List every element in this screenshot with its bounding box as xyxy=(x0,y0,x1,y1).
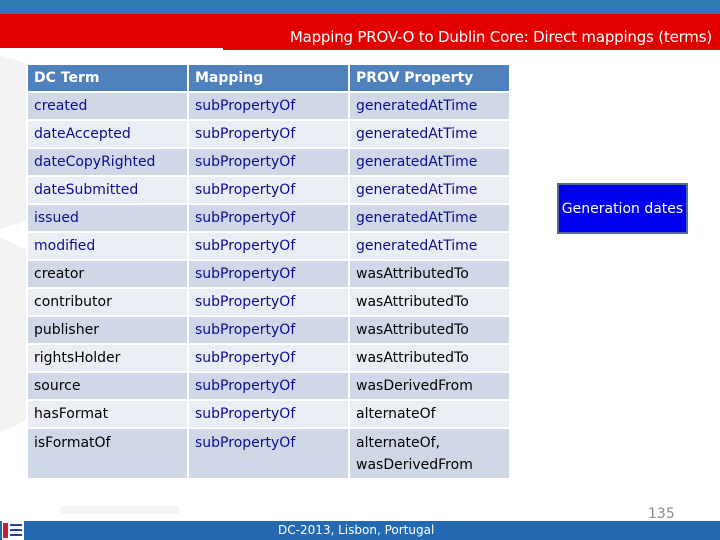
table-row: rightsHolder subPropertyOf wasAttributedTo xyxy=(26,343,511,373)
table-row: hasFormat subPropertyOf alternateOf xyxy=(26,399,511,429)
callout-label: Generation dates xyxy=(561,200,684,217)
table-shadow xyxy=(60,506,180,514)
table-row: created subPropertyOf generatedAtTime xyxy=(26,91,511,121)
table-row: source subPropertyOf wasDerivedFrom xyxy=(26,371,511,401)
cell-prov-property: generatedAtTime xyxy=(348,91,511,121)
organization-logo-icon xyxy=(2,521,24,540)
cell-prov-property: generatedAtTime xyxy=(348,175,511,205)
cell-dc-term: hasFormat xyxy=(26,399,189,429)
top-band xyxy=(0,0,720,14)
cell-prov-property: wasAttributedTo xyxy=(348,315,511,345)
cell-dc-term: dateCopyRighted xyxy=(26,147,189,177)
slide-title: Mapping PROV-O to Dublin Core: Direct ma… xyxy=(289,28,712,46)
cell-mapping: subPropertyOf xyxy=(187,119,350,149)
table-row: dateAccepted subPropertyOf generatedAtTime xyxy=(26,119,511,149)
header-prov-property: PROV Property xyxy=(348,63,511,93)
cell-dc-term: publisher xyxy=(26,315,189,345)
cell-mapping: subPropertyOf xyxy=(187,259,350,289)
header-mapping: Mapping xyxy=(187,63,350,93)
cell-mapping: subPropertyOf xyxy=(187,175,350,205)
generation-dates-callout: Generation dates xyxy=(557,183,688,234)
cell-dc-term: contributor xyxy=(26,287,189,317)
cell-prov-property: wasAttributedTo xyxy=(348,259,511,289)
table-row: dateSubmitted subPropertyOf generatedAtTim… xyxy=(26,175,511,205)
cell-prov-property: wasDerivedFrom xyxy=(348,371,511,401)
table-row: publisher subPropertyOf wasAttributedTo xyxy=(26,315,511,345)
table-row: issued subPropertyOf generatedAtTime xyxy=(26,203,511,233)
cell-prov-property: generatedAtTime xyxy=(348,203,511,233)
cell-mapping: subPropertyOf xyxy=(187,287,350,317)
cell-prov-property: generatedAtTime xyxy=(348,119,511,149)
table-row: creator subPropertyOf wasAttributedTo xyxy=(26,259,511,289)
cell-mapping: subPropertyOf xyxy=(187,343,350,373)
cell-mapping: subPropertyOf xyxy=(187,371,350,401)
cell-mapping: subPropertyOf xyxy=(187,399,350,429)
cell-mapping: subPropertyOf xyxy=(187,427,350,480)
cell-mapping: subPropertyOf xyxy=(187,91,350,121)
cell-prov-property: wasAttributedTo xyxy=(348,287,511,317)
header-dc-term: DC Term xyxy=(26,63,189,93)
cell-mapping: subPropertyOf xyxy=(187,147,350,177)
cell-dc-term: dateAccepted xyxy=(26,119,189,149)
cell-prov-property: alternateOf, wasDerivedFrom xyxy=(348,427,511,480)
footer-text: DC-2013, Lisbon, Portugal xyxy=(278,523,435,537)
cell-dc-term: isFormatOf xyxy=(26,427,189,480)
cell-prov-property: generatedAtTime xyxy=(348,147,511,177)
cell-prov-property: wasAttributedTo xyxy=(348,343,511,373)
cell-dc-term: modified xyxy=(26,231,189,261)
cell-dc-term: source xyxy=(26,371,189,401)
table-header-row: DC Term Mapping PROV Property xyxy=(26,63,511,93)
cell-dc-term: issued xyxy=(26,203,189,233)
table-row: isFormatOf subPropertyOf alternateOf, wasD… xyxy=(26,427,511,480)
cell-prov-property: generatedAtTime xyxy=(348,231,511,261)
table-row: modified subPropertyOf generatedAtTime xyxy=(26,231,511,261)
table-row: contributor subPropertyOf wasAttributedTo xyxy=(26,287,511,317)
cell-dc-term: creator xyxy=(26,259,189,289)
mapping-table: DC Term Mapping PROV Property created sub… xyxy=(26,63,511,480)
cell-dc-term: created xyxy=(26,91,189,121)
cell-dc-term: dateSubmitted xyxy=(26,175,189,205)
table-row: dateCopyRighted subPropertyOf generatedAtT… xyxy=(26,147,511,177)
cell-prov-property: alternateOf xyxy=(348,399,511,429)
cell-mapping: subPropertyOf xyxy=(187,231,350,261)
cell-mapping: subPropertyOf xyxy=(187,315,350,345)
cell-dc-term: rightsHolder xyxy=(26,343,189,373)
page-number: 135 xyxy=(648,506,675,522)
cell-mapping: subPropertyOf xyxy=(187,203,350,233)
